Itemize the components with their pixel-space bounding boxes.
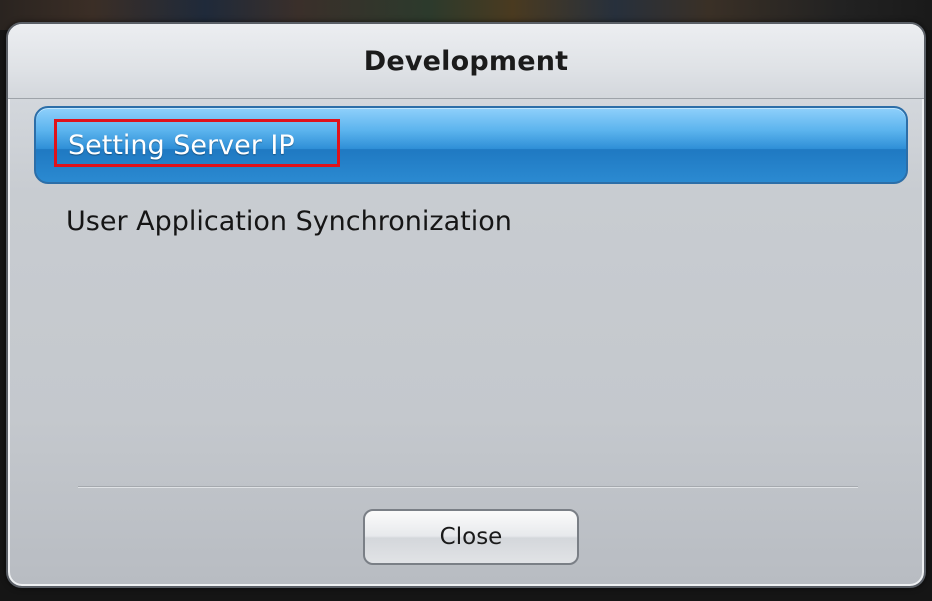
footer-divider [78, 486, 858, 487]
menu-item-setting-server-ip[interactable]: Setting Server IP [34, 106, 908, 184]
menu-list: Setting Server IP User Application Synch… [34, 106, 908, 258]
red-highlight-box [54, 119, 340, 167]
menu-item-label: User Application Synchronization [66, 205, 512, 237]
dialog-title-bar: Development [8, 24, 924, 99]
menu-item-user-application-synchronization[interactable]: User Application Synchronization [34, 184, 908, 258]
development-dialog: Development Setting Server IP User Appli… [6, 22, 926, 588]
close-button[interactable]: Close [363, 509, 579, 565]
dialog-title: Development [363, 45, 569, 77]
